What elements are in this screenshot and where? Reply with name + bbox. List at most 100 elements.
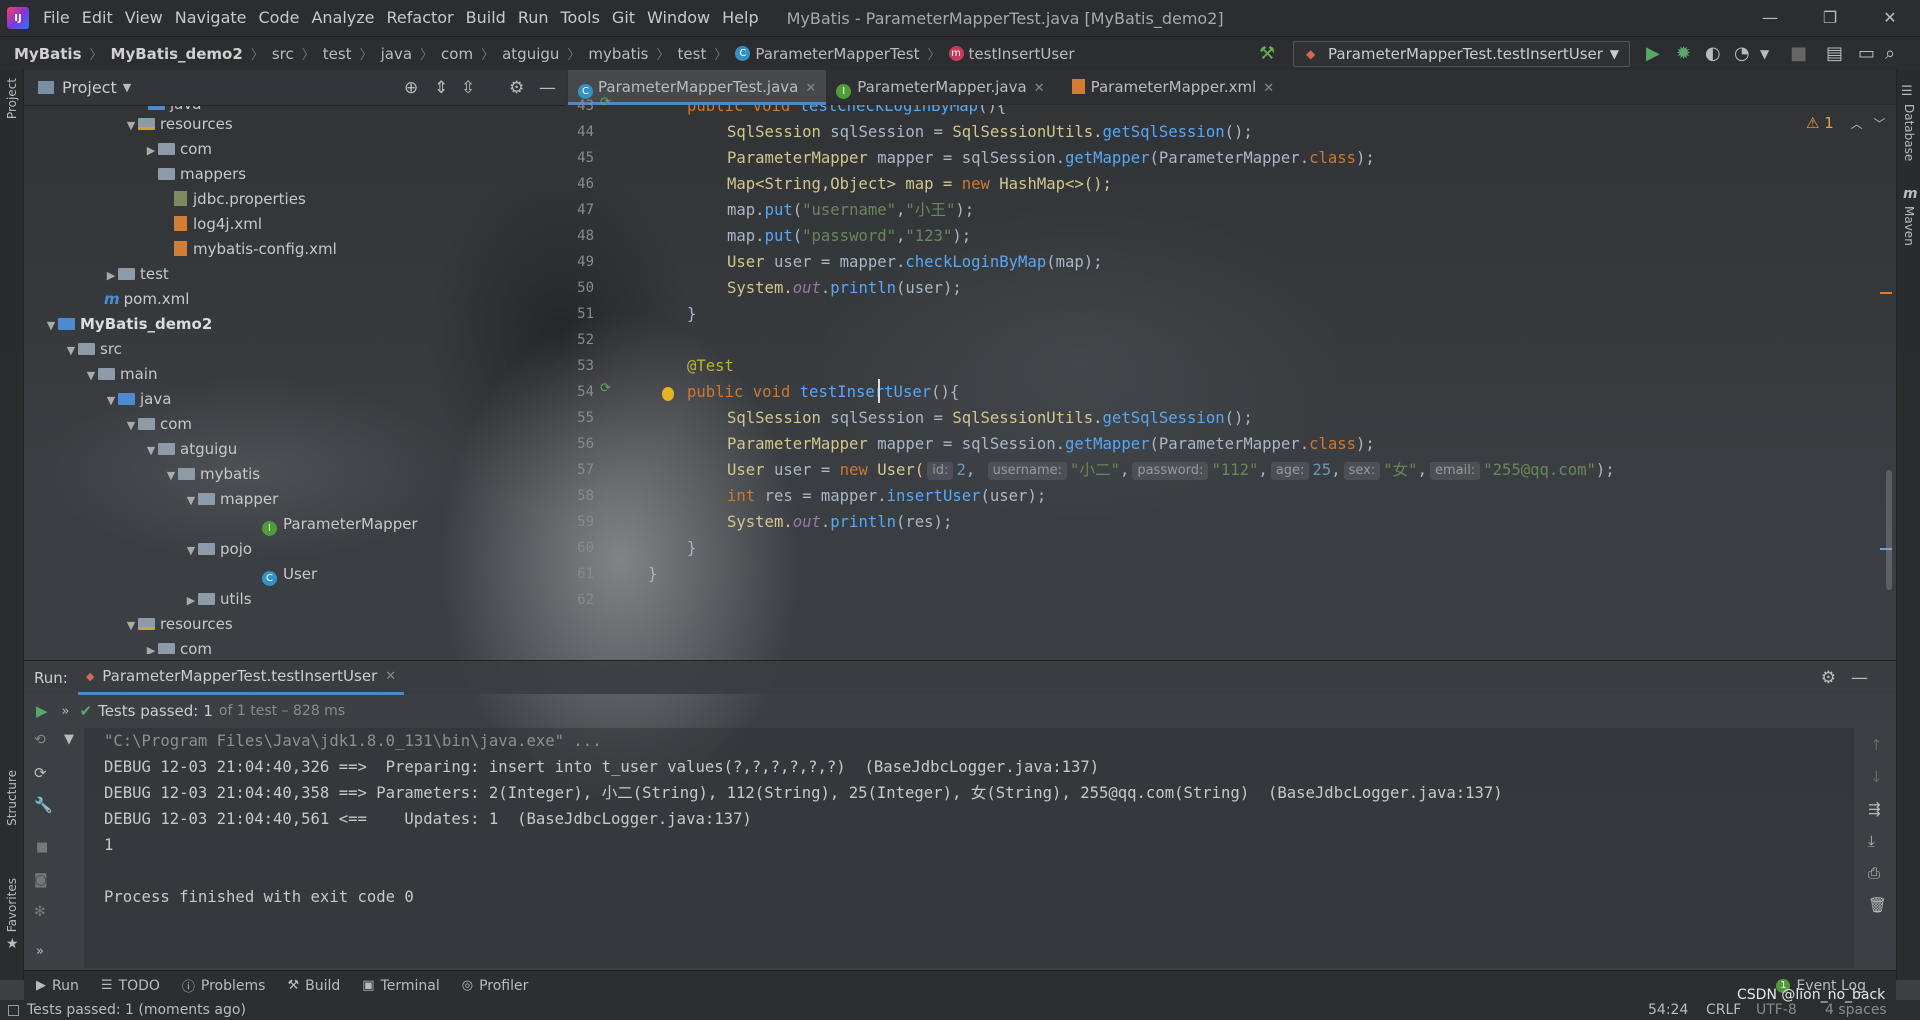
print-icon[interactable]: ⎙ (1868, 864, 1880, 882)
close-icon[interactable]: ✕ (1263, 81, 1274, 96)
run-tab[interactable]: ◆ ParameterMapperTest.testInsertUser ✕ (77, 661, 405, 695)
menu-analyze[interactable]: Analyze (305, 0, 380, 36)
breadcrumb-module[interactable]: MyBatis_demo2 (111, 45, 243, 63)
chevron-up-icon[interactable]: ︿ (1851, 117, 1863, 131)
tree-item[interactable]: ▼ atguigu (144, 437, 238, 463)
menu-code[interactable]: Code (253, 0, 306, 36)
tool-profiler[interactable]: ◎ Profiler (462, 978, 529, 994)
arrow-down-icon[interactable]: ↓ (1870, 768, 1883, 786)
menu-navigate[interactable]: Navigate (169, 0, 253, 36)
tree-item[interactable]: ▼ resources (124, 612, 233, 637)
collapse-all-icon[interactable]: ⇳ (461, 78, 475, 98)
chevron-right-icon[interactable]: ▶ (104, 263, 118, 288)
caret-position[interactable]: 54:24 (1648, 1002, 1688, 1018)
tool-window-toggle-icon[interactable] (8, 1004, 19, 1016)
breadcrumb-method[interactable]: testInsertUser (969, 45, 1075, 63)
menu-tools[interactable]: Tools (555, 0, 606, 36)
file-encoding[interactable]: UTF-8 (1756, 1002, 1797, 1018)
expand-icon[interactable]: » (62, 704, 70, 719)
menu-view[interactable]: View (119, 0, 169, 36)
project-panel-title[interactable]: Project (62, 78, 117, 97)
close-icon[interactable]: ✕ (385, 669, 396, 684)
tree-item[interactable]: ▼ pojo (184, 537, 252, 562)
run-icon[interactable]: ▶ (1646, 43, 1660, 64)
menu-git[interactable]: Git (606, 0, 641, 36)
menu-refactor[interactable]: Refactor (381, 0, 460, 36)
run-configuration-select[interactable]: ◆ ParameterMapperTest.testInsertUser ▼ (1293, 41, 1630, 67)
chevron-down-icon[interactable]: ▼ (184, 538, 198, 563)
breadcrumb-atguigu[interactable]: atguigu (502, 45, 559, 63)
trash-icon[interactable]: 🗑 (1868, 896, 1887, 914)
breadcrumb-test-pkg[interactable]: test (678, 45, 707, 63)
chevron-down-icon[interactable]: ▼ (144, 438, 158, 463)
close-icon[interactable]: ✕ (1034, 81, 1045, 96)
tree-item[interactable]: ▼ src (64, 337, 122, 362)
indent-setting[interactable]: 4 spaces (1825, 1002, 1887, 1018)
chevron-down-icon[interactable]: ﹀ (1873, 117, 1885, 131)
structure-tool-button[interactable]: Structure (5, 770, 19, 826)
chevron-down-icon[interactable]: ▼ (124, 413, 138, 438)
chevron-down-icon[interactable]: ▼ (104, 388, 118, 413)
chevron-down-icon[interactable]: ▼ (44, 313, 58, 338)
stop-icon[interactable]: ■ (1790, 43, 1807, 64)
tree-item[interactable]: C User (262, 562, 317, 587)
tree-item[interactable]: ▶ test (104, 262, 169, 287)
stop-icon[interactable]: ■ (36, 840, 48, 855)
rerun-icon[interactable]: ▶ (36, 702, 48, 720)
tab-parametermapper-java[interactable]: I ParameterMapper.java ✕ (826, 70, 1054, 105)
locate-icon[interactable]: ⊕ (404, 78, 418, 98)
tool-problems[interactable]: ⓘ Problems (182, 976, 266, 996)
project-tool-button[interactable]: Project (5, 78, 19, 119)
minimize-icon[interactable]: — (1740, 0, 1800, 36)
code-editor[interactable]: public void testCheckLoginByMap(){ SqlSe… (648, 105, 1878, 658)
tree-item[interactable]: ▼ java (104, 387, 172, 413)
star-icon[interactable]: ★ (6, 936, 19, 952)
tree-item[interactable]: ▼ mapper (184, 487, 278, 512)
menu-help[interactable]: Help (716, 0, 764, 36)
menu-window[interactable]: Window (641, 0, 716, 36)
hide-icon[interactable]: — (1851, 668, 1868, 688)
camera-icon[interactable]: ◙ (34, 872, 48, 888)
restore-icon[interactable]: ❐ (1800, 0, 1860, 36)
chevron-down-icon[interactable]: ▼ (164, 463, 178, 488)
chevron-right-icon[interactable]: ▶ (144, 138, 158, 163)
gear-icon[interactable]: ⚙ (509, 78, 524, 98)
tool-build[interactable]: ⚒ Build (287, 978, 340, 994)
debug-icon[interactable]: ✹ (1676, 43, 1691, 64)
bug-icon[interactable]: ✻ (34, 904, 46, 920)
tool-todo[interactable]: ☰ TODO (101, 978, 160, 994)
inspection-warning-count[interactable]: ⚠ 1 ︿ ﹀ (1806, 114, 1885, 132)
tree-item[interactable]: ▼ main (84, 362, 158, 388)
more-run-chevron-icon[interactable]: ▼ (1760, 47, 1769, 61)
breadcrumb-test[interactable]: test (323, 45, 352, 63)
close-icon[interactable]: ✕ (1860, 0, 1920, 36)
project-structure-icon[interactable]: ▤ (1826, 43, 1843, 64)
chevron-down-icon[interactable]: ▼ (124, 113, 138, 138)
more-icon[interactable]: » (36, 944, 44, 959)
chevron-right-icon[interactable]: ▶ (144, 638, 158, 654)
chevron-down-icon[interactable]: ▼ (123, 81, 131, 94)
database-tool-button[interactable]: Database (1902, 104, 1916, 161)
tree-item[interactable]: mybatis-config.xml (174, 237, 337, 262)
arrow-up-icon[interactable]: ↑ (1870, 736, 1883, 754)
tree-item[interactable]: ▶ com (144, 137, 212, 162)
breadcrumb-mybatis[interactable]: mybatis (588, 45, 648, 63)
intellij-logo-icon[interactable]: IJ (7, 7, 29, 29)
tree-item[interactable]: ▼ mybatis (164, 462, 260, 487)
chevron-down-icon[interactable]: ▼ (84, 363, 98, 388)
wrench-icon[interactable]: 🔧 (34, 796, 53, 814)
tool-terminal[interactable]: ▣ Terminal (362, 978, 439, 994)
tree-item[interactable]: ▼ MyBatis_demo2 (44, 312, 213, 338)
close-icon[interactable]: ✕ (805, 81, 816, 96)
tree-item[interactable]: ▶ utils (184, 587, 252, 612)
chevron-down-icon[interactable]: ▼ (124, 613, 138, 638)
tree-item[interactable]: ▶ com (144, 637, 212, 654)
menu-file[interactable]: File (37, 0, 76, 36)
tree-item[interactable]: m pom.xml (104, 287, 189, 312)
coverage-icon[interactable]: ◐ (1705, 43, 1721, 64)
run-test-gutter-icon[interactable]: ⟳ (600, 381, 611, 396)
tab-parametermapper-xml[interactable]: ParameterMapper.xml ✕ (1055, 70, 1285, 105)
menu-run[interactable]: Run (512, 0, 555, 36)
chevron-down-icon[interactable]: ▼ (64, 338, 78, 363)
favorites-tool-button[interactable]: Favorites (5, 878, 19, 932)
